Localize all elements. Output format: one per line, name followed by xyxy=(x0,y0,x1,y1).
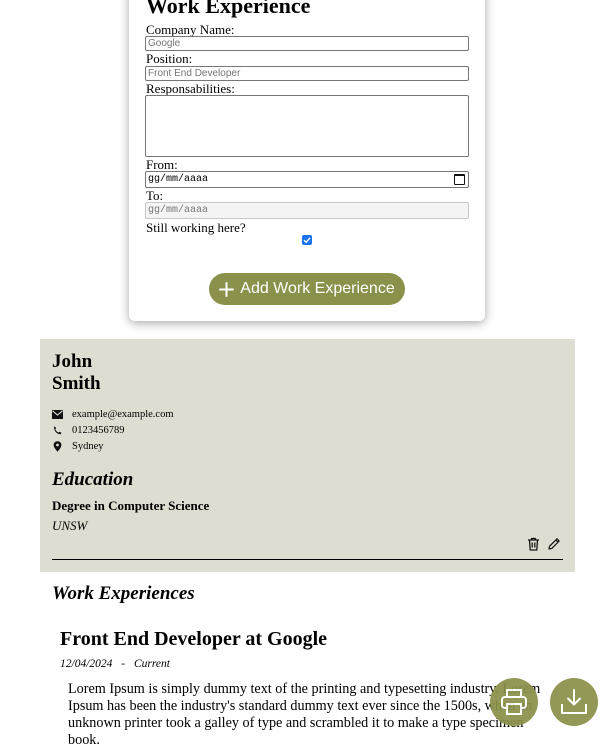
university-name: UNSW xyxy=(52,518,88,533)
last-name: Smith xyxy=(52,373,101,394)
map-pin-icon xyxy=(52,441,63,452)
email-text: example@example.com xyxy=(72,409,174,420)
contact-email: example@example.com xyxy=(52,409,174,420)
contact-phone: 0123456789 xyxy=(52,425,125,436)
job-start-date: 12/04/2024 xyxy=(60,658,113,670)
to-date-label: To: xyxy=(146,188,164,203)
position-placeholder: Front End Developer xyxy=(148,68,241,79)
print-button[interactable] xyxy=(490,678,538,726)
pencil-icon[interactable] xyxy=(547,537,561,556)
still-working-checkbox[interactable] xyxy=(302,235,312,245)
add-work-experience-label: Add Work Experience xyxy=(240,280,395,297)
from-date-label: From: xyxy=(146,157,178,172)
job-title: Front End Developer at Google xyxy=(60,628,328,650)
to-date-placeholder: gg/mm/aaaa xyxy=(148,205,209,216)
company-name-input[interactable]: Google xyxy=(145,36,469,51)
location-text: Sydney xyxy=(72,441,104,452)
work-section-title: Work Experiences xyxy=(52,583,195,604)
resume-header-panel xyxy=(40,339,575,572)
add-work-experience-button[interactable]: Add Work Experience xyxy=(209,273,405,305)
first-name: John xyxy=(52,351,93,372)
envelope-icon xyxy=(52,409,63,420)
company-name-label: Company Name: xyxy=(146,22,235,37)
education-section-title: Education xyxy=(52,469,134,490)
phone-text: 0123456789 xyxy=(72,425,125,436)
education-actions xyxy=(527,537,561,556)
form-title: Work Experience xyxy=(146,0,311,18)
plus-icon xyxy=(219,281,235,297)
person-name: John Smith xyxy=(52,351,101,395)
to-date-input[interactable]: gg/mm/aaaa xyxy=(145,202,469,219)
calendar-icon[interactable] xyxy=(454,174,465,185)
position-label: Position: xyxy=(146,51,193,66)
printer-icon xyxy=(501,689,527,715)
phone-icon xyxy=(52,425,63,436)
from-date-placeholder: gg/mm/aaaa xyxy=(148,174,209,185)
date-separator: - xyxy=(121,658,126,670)
job-description: Lorem Ipsum is simply dummy text of the … xyxy=(68,681,541,748)
education-divider xyxy=(52,559,563,560)
download-button[interactable] xyxy=(550,678,598,726)
still-working-label: Still working here? xyxy=(146,220,246,235)
from-date-input[interactable]: gg/mm/aaaa xyxy=(145,171,469,188)
download-icon xyxy=(561,689,587,714)
position-input[interactable]: Front End Developer xyxy=(145,66,469,81)
company-name-placeholder: Google xyxy=(148,38,181,49)
checkmark-icon xyxy=(303,237,311,244)
job-dates: 12/04/2024 - Current xyxy=(60,658,170,670)
job-end-date: Current xyxy=(133,658,170,670)
degree-name: Degree in Computer Science xyxy=(52,498,210,513)
responsibilities-label: Responsabilities: xyxy=(146,81,235,96)
trash-icon[interactable] xyxy=(527,537,540,556)
responsibilities-textarea[interactable] xyxy=(145,95,469,157)
contact-location: Sydney xyxy=(52,441,104,452)
